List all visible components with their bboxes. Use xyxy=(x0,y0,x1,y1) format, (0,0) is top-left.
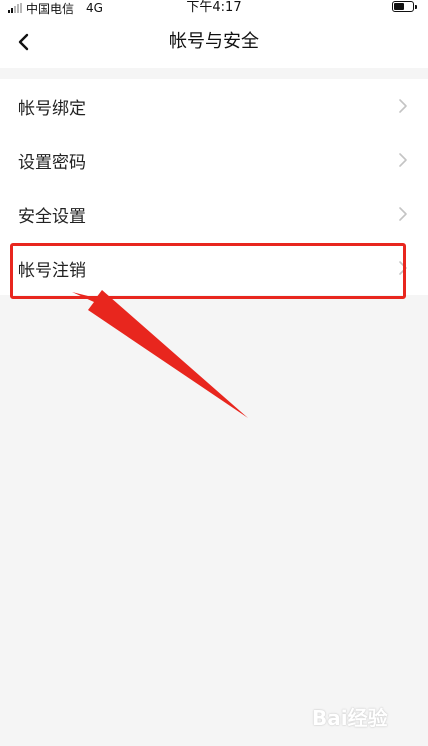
menu-item-label: 设置密码 xyxy=(18,152,86,173)
menu-item-label: 安全设置 xyxy=(18,206,86,227)
status-bar: 中国电信 4G 下午4:17 xyxy=(0,0,428,16)
menu-item-label: 帐号绑定 xyxy=(18,98,86,119)
menu-item-account-cancellation[interactable]: 帐号注销 xyxy=(0,241,428,295)
menu-item-security-settings[interactable]: 安全设置 xyxy=(0,187,428,241)
chevron-right-icon xyxy=(399,261,407,275)
chevron-right-icon xyxy=(399,153,407,167)
arrow-shape xyxy=(72,290,248,418)
chevron-right-icon xyxy=(399,207,407,221)
battery-icon xyxy=(392,1,417,12)
status-time: 下午4:17 xyxy=(186,0,242,15)
page-title: 帐号与安全 xyxy=(169,31,259,52)
watermark: Bai经验 xyxy=(312,706,388,730)
chevron-right-icon xyxy=(399,99,407,113)
menu-item-set-password[interactable]: 设置密码 xyxy=(0,133,428,187)
battery-level xyxy=(394,3,404,10)
menu-item-label: 帐号注销 xyxy=(18,260,86,281)
navigation-bar: 帐号与安全 xyxy=(0,16,428,68)
settings-menu: 帐号绑定 设置密码 安全设置 帐号注销 xyxy=(0,79,428,295)
menu-item-account-binding[interactable]: 帐号绑定 xyxy=(0,79,428,133)
